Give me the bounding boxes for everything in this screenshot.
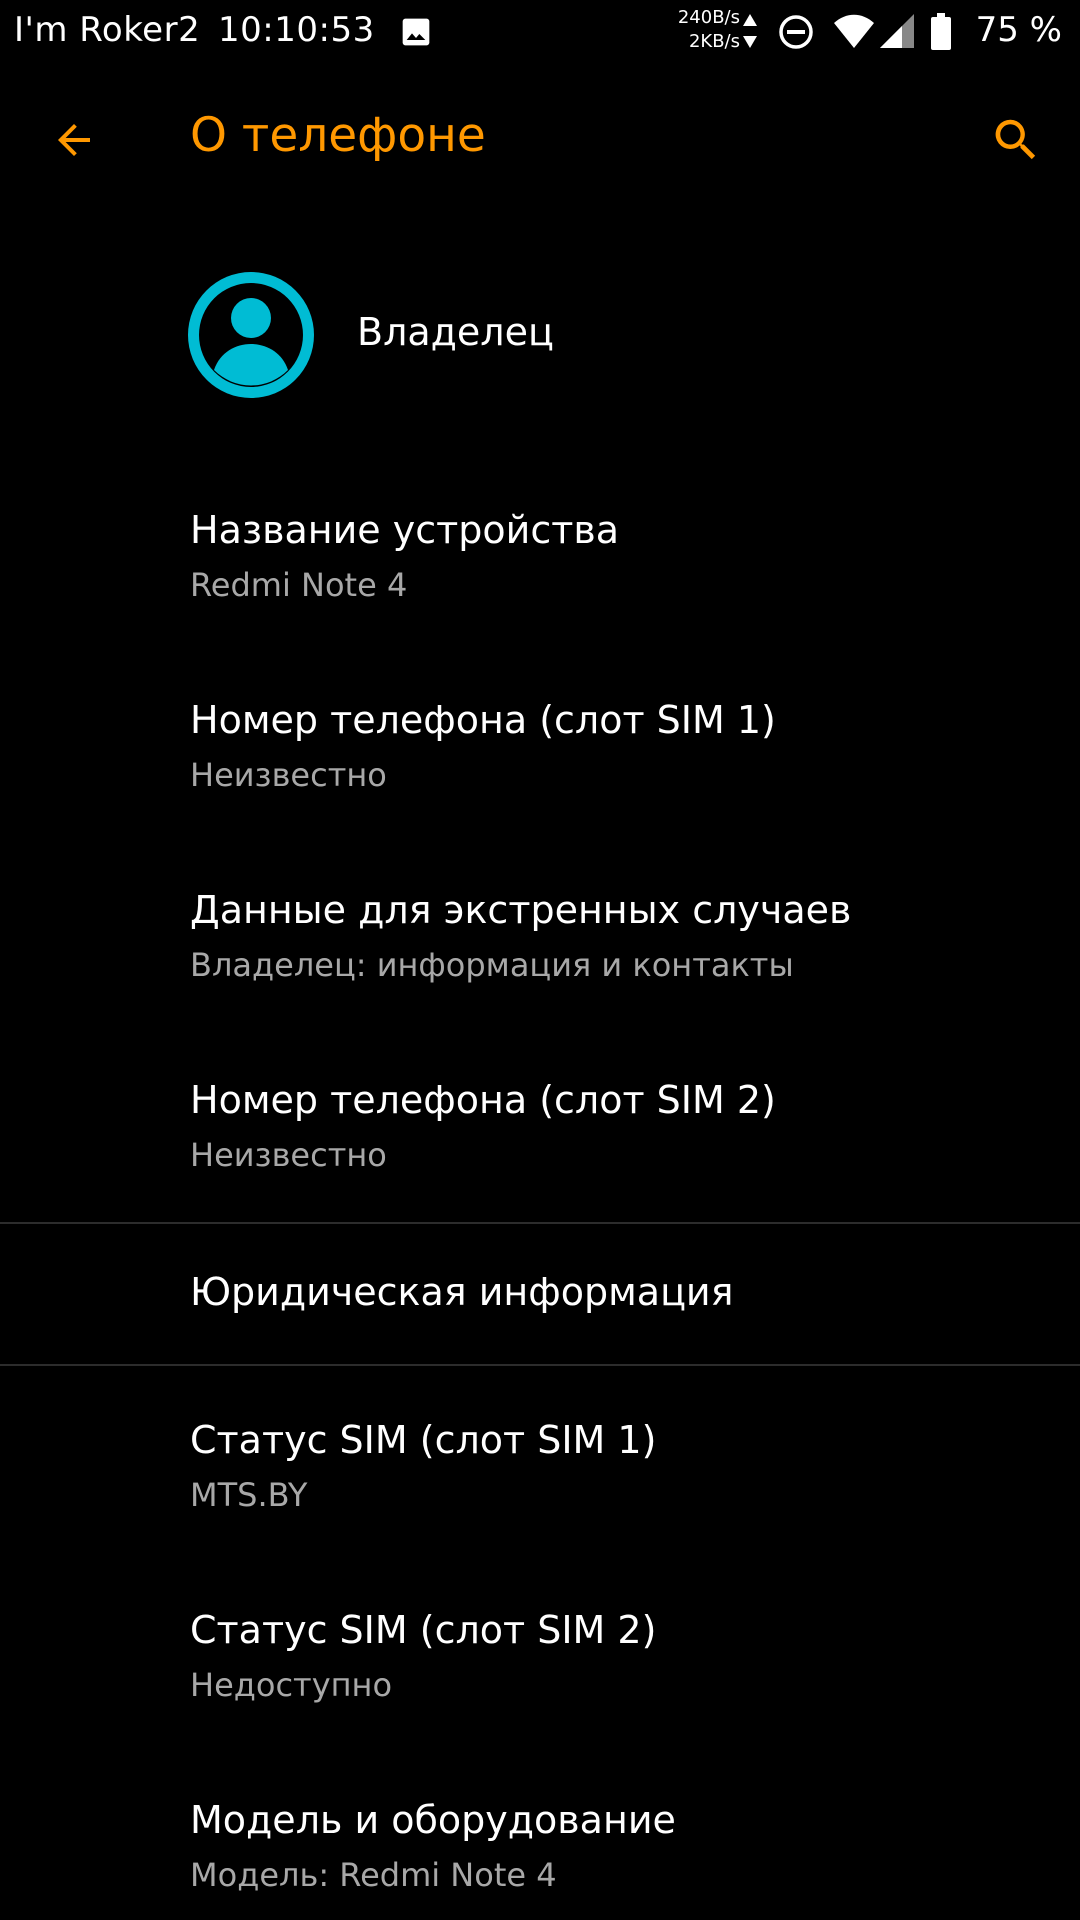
search-button[interactable] [978, 102, 1054, 178]
divider [0, 1364, 1080, 1366]
list-item-device-name[interactable]: Название устройства Redmi Note 4 [0, 490, 1080, 640]
battery-level: 75 % [975, 10, 1062, 50]
item-subtitle: Redmi Note 4 [190, 566, 408, 604]
page-title: О телефоне [190, 108, 486, 163]
item-title: Юридическая информация [190, 1270, 734, 1314]
item-title: Статус SIM (слот SIM 2) [190, 1608, 657, 1652]
list-item-phone-sim1[interactable]: Номер телефона (слот SIM 1) Неизвестно [0, 680, 1080, 830]
item-subtitle: Неизвестно [190, 1136, 387, 1174]
list-item-model-hardware[interactable]: Модель и оборудование Модель: Redmi Note… [0, 1780, 1080, 1920]
item-title: Статус SIM (слот SIM 1) [190, 1418, 657, 1462]
battery-icon [930, 13, 952, 55]
download-speed: 2KB/s [688, 31, 740, 52]
arrow-back-icon [58, 124, 90, 156]
status-bar: I'm Roker2 10:10:53 240B/s 2KB/s 75 % [0, 0, 1080, 64]
data-updown-icon [742, 14, 758, 52]
item-subtitle: Владелец: информация и контакты [190, 946, 794, 984]
avatar [188, 272, 314, 398]
back-button[interactable] [36, 102, 112, 178]
list-item-phone-sim2[interactable]: Номер телефона (слот SIM 2) Неизвестно [0, 1060, 1080, 1210]
item-title: Номер телефона (слот SIM 2) [190, 1078, 776, 1122]
item-subtitle: MTS.BY [190, 1476, 308, 1514]
app-bar: О телефоне [0, 64, 1080, 208]
owner-row[interactable]: Владелец [0, 260, 1080, 410]
owner-name: Владелец [357, 310, 554, 354]
network-speed: 240B/s 2KB/s [660, 6, 740, 54]
item-title: Данные для экстренных случаев [190, 888, 852, 932]
carrier-name: I'm Roker2 [14, 10, 201, 50]
clock: 10:10:53 [218, 10, 375, 50]
list-item-sim1-status[interactable]: Статус SIM (слот SIM 1) MTS.BY [0, 1400, 1080, 1550]
list-item-sim2-status[interactable]: Статус SIM (слот SIM 2) Недоступно [0, 1590, 1080, 1740]
item-title: Модель и оборудование [190, 1798, 676, 1842]
item-subtitle: Неизвестно [190, 756, 387, 794]
wifi-icon [834, 14, 874, 54]
item-subtitle: Недоступно [190, 1666, 393, 1704]
search-icon [995, 119, 1036, 160]
do-not-disturb-icon [778, 14, 814, 54]
item-title: Номер телефона (слот SIM 1) [190, 698, 776, 742]
list-item-emergency-info[interactable]: Данные для экстренных случаев Владелец: … [0, 870, 1080, 1020]
image-icon [400, 16, 432, 52]
item-title: Название устройства [190, 508, 620, 552]
item-subtitle: Модель: Redmi Note 4 [190, 1856, 557, 1894]
cell-signal-icon [880, 14, 914, 52]
upload-speed: 240B/s [677, 7, 740, 28]
list-item-legal-info[interactable]: Юридическая информация [0, 1224, 1080, 1364]
